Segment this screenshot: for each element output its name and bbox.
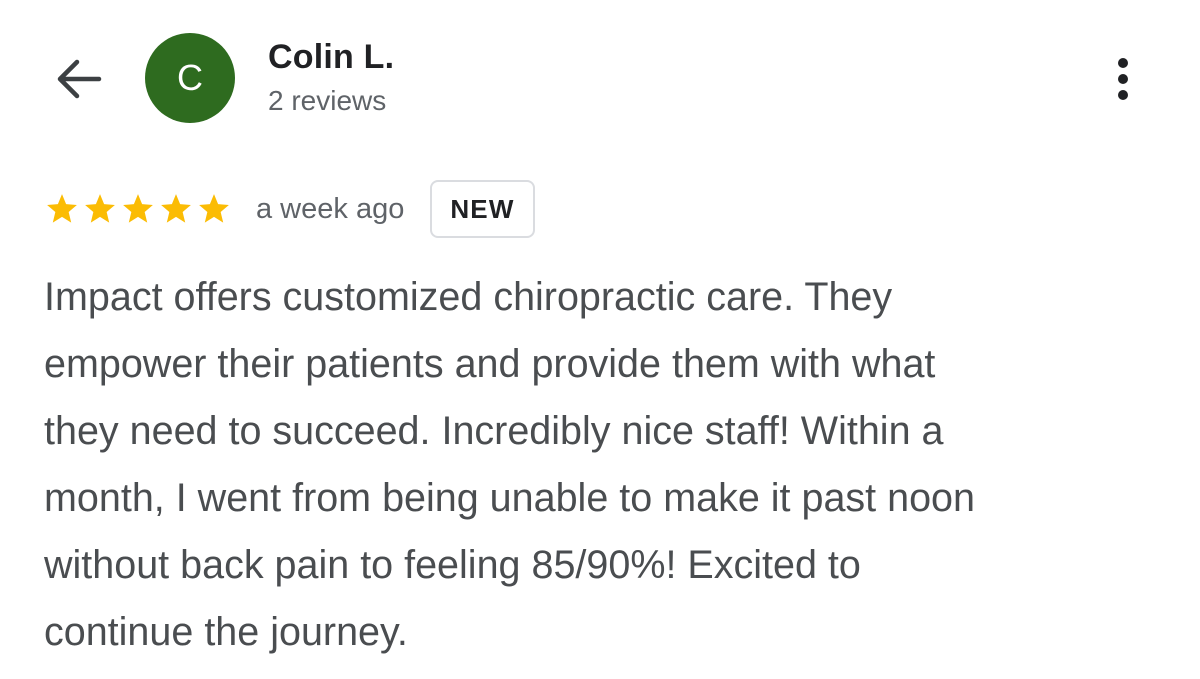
- more-vert-icon: [1118, 58, 1128, 68]
- avatar[interactable]: C: [145, 33, 235, 123]
- more-options-button[interactable]: [1100, 52, 1146, 106]
- review-count: 2 reviews: [268, 85, 387, 116]
- review-text-line: empower their patients and provide them …: [44, 342, 936, 386]
- review-text: Impact offers customized chiropractic ca…: [44, 264, 1154, 666]
- rating-row: a week ago NEW: [44, 178, 535, 240]
- star-icon: [85, 194, 115, 223]
- star-icon: [123, 194, 153, 223]
- review-text-line: without back pain to feeling 85/90%! Exc…: [44, 543, 861, 587]
- back-button[interactable]: [50, 56, 106, 102]
- review-time: a week ago: [256, 192, 405, 225]
- more-vert-icon-dot: [1118, 90, 1128, 100]
- reviewer-name[interactable]: Colin L.: [268, 38, 394, 77]
- review-text-line: they need to succeed. Incredibly nice st…: [44, 409, 944, 453]
- review-text-line: month, I went from being unable to make …: [44, 476, 975, 520]
- star-icon: [161, 194, 191, 223]
- star-icon: [199, 194, 229, 223]
- star-rating: [44, 192, 232, 226]
- arrow-left-icon: [57, 59, 102, 99]
- new-badge: NEW: [430, 180, 535, 238]
- avatar-letter: C: [177, 57, 203, 98]
- more-vert-icon-dot: [1118, 74, 1128, 84]
- review-text-line: continue the journey.: [44, 610, 408, 654]
- review-text-line: Impact offers customized chiropractic ca…: [44, 275, 893, 319]
- star-icon: [47, 194, 77, 223]
